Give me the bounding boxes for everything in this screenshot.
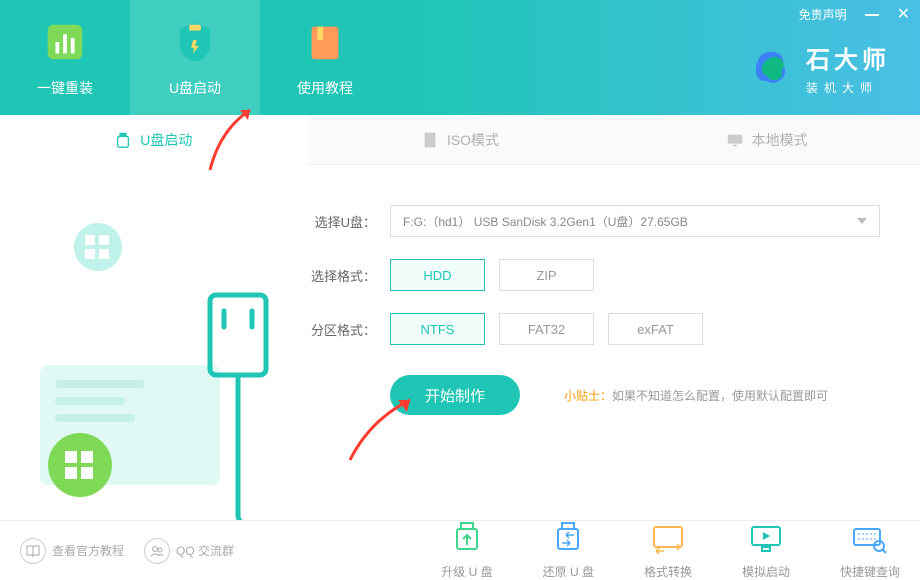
brand-logo-icon	[750, 46, 794, 90]
tool-label: 格式转换	[644, 563, 692, 580]
header: 免责声明 ✕ 一键重装 U盘启动 使用教程 石大师 装机大师	[0, 0, 920, 115]
tip-label: 小贴士：	[564, 389, 612, 403]
close-icon[interactable]: ✕	[897, 7, 910, 23]
tool-format[interactable]: 格式转换	[644, 521, 692, 580]
partition-ntfs[interactable]: NTFS	[390, 313, 485, 345]
users-icon	[144, 538, 170, 564]
subtab-iso[interactable]: ISO模式	[307, 115, 614, 165]
nav-label: 一键重装	[37, 78, 93, 98]
usb-up-icon	[449, 521, 485, 557]
play-monitor-icon	[748, 521, 784, 557]
chevron-down-icon	[857, 218, 867, 224]
format-icon	[650, 521, 686, 557]
format-zip[interactable]: ZIP	[499, 259, 594, 291]
footer-link-label: 查看官方教程	[52, 542, 124, 559]
book-open-icon	[20, 538, 46, 564]
tip: 小贴士：如果不知道怎么配置，使用默认配置即可	[564, 387, 828, 404]
tool-label: 快捷键查询	[840, 563, 900, 580]
tool-simulate[interactable]: 模拟启动	[742, 521, 790, 580]
disk-select[interactable]: F:G:（hd1） USB SanDisk 3.2Gen1（U盘）27.65GB	[390, 205, 880, 237]
brand-title: 石大师	[806, 40, 890, 75]
nav-usb[interactable]: U盘启动	[130, 0, 260, 115]
tool-shortcut[interactable]: 快捷键查询	[840, 521, 900, 580]
footer: 查看官方教程 QQ 交流群 升级 U 盘 还原 U 盘 格式转换 模拟启动 快捷…	[0, 520, 920, 580]
start-button[interactable]: 开始制作	[390, 375, 520, 415]
disk-value: F:G:（hd1） USB SanDisk 3.2Gen1（U盘）27.65GB	[403, 213, 688, 230]
usb-restore-icon	[550, 521, 586, 557]
partition-exfat[interactable]: exFAT	[608, 313, 703, 345]
usb-icon	[114, 131, 132, 149]
monitor-icon	[726, 131, 744, 149]
subtab-label: 本地模式	[752, 130, 808, 150]
minimize-icon[interactable]	[865, 14, 879, 16]
subtab-label: ISO模式	[447, 130, 499, 150]
tool-label: 还原 U 盘	[543, 563, 594, 580]
disk-label: 选择U盘：	[310, 212, 376, 231]
sub-tabs: U盘启动 ISO模式 本地模式	[0, 115, 920, 165]
shield-usb-icon	[171, 18, 219, 66]
tool-label: 升级 U 盘	[441, 563, 492, 580]
nav-label: U盘启动	[169, 78, 221, 98]
tip-text: 如果不知道怎么配置，使用默认配置即可	[612, 389, 828, 403]
file-icon	[421, 131, 439, 149]
nav-tutorial[interactable]: 使用教程	[260, 0, 390, 115]
footer-tutorial-link[interactable]: 查看官方教程	[20, 538, 124, 564]
form: 选择U盘： F:G:（hd1） USB SanDisk 3.2Gen1（U盘）2…	[300, 165, 920, 520]
nav-reinstall[interactable]: 一键重装	[0, 0, 130, 115]
bar-chart-icon	[41, 18, 89, 66]
book-icon	[301, 18, 349, 66]
partition-fat32[interactable]: FAT32	[499, 313, 594, 345]
illustration	[0, 165, 300, 520]
format-hdd[interactable]: HDD	[390, 259, 485, 291]
partition-label: 分区格式：	[310, 320, 376, 339]
tool-label: 模拟启动	[742, 563, 790, 580]
footer-qq-link[interactable]: QQ 交流群	[144, 538, 234, 564]
brand-subtitle: 装机大师	[806, 79, 890, 96]
format-label: 选择格式：	[310, 266, 376, 285]
subtab-label: U盘启动	[140, 130, 192, 150]
brand: 石大师 装机大师	[750, 40, 890, 96]
tool-restore[interactable]: 还原 U 盘	[543, 521, 594, 580]
subtab-usb[interactable]: U盘启动	[0, 115, 307, 165]
footer-link-label: QQ 交流群	[176, 542, 234, 559]
subtab-local[interactable]: 本地模式	[613, 115, 920, 165]
tool-upgrade[interactable]: 升级 U 盘	[441, 521, 492, 580]
disclaimer-link[interactable]: 免责声明	[799, 6, 847, 23]
window-controls: 免责声明 ✕	[799, 6, 910, 23]
keyboard-search-icon	[852, 521, 888, 557]
nav-label: 使用教程	[297, 78, 353, 98]
